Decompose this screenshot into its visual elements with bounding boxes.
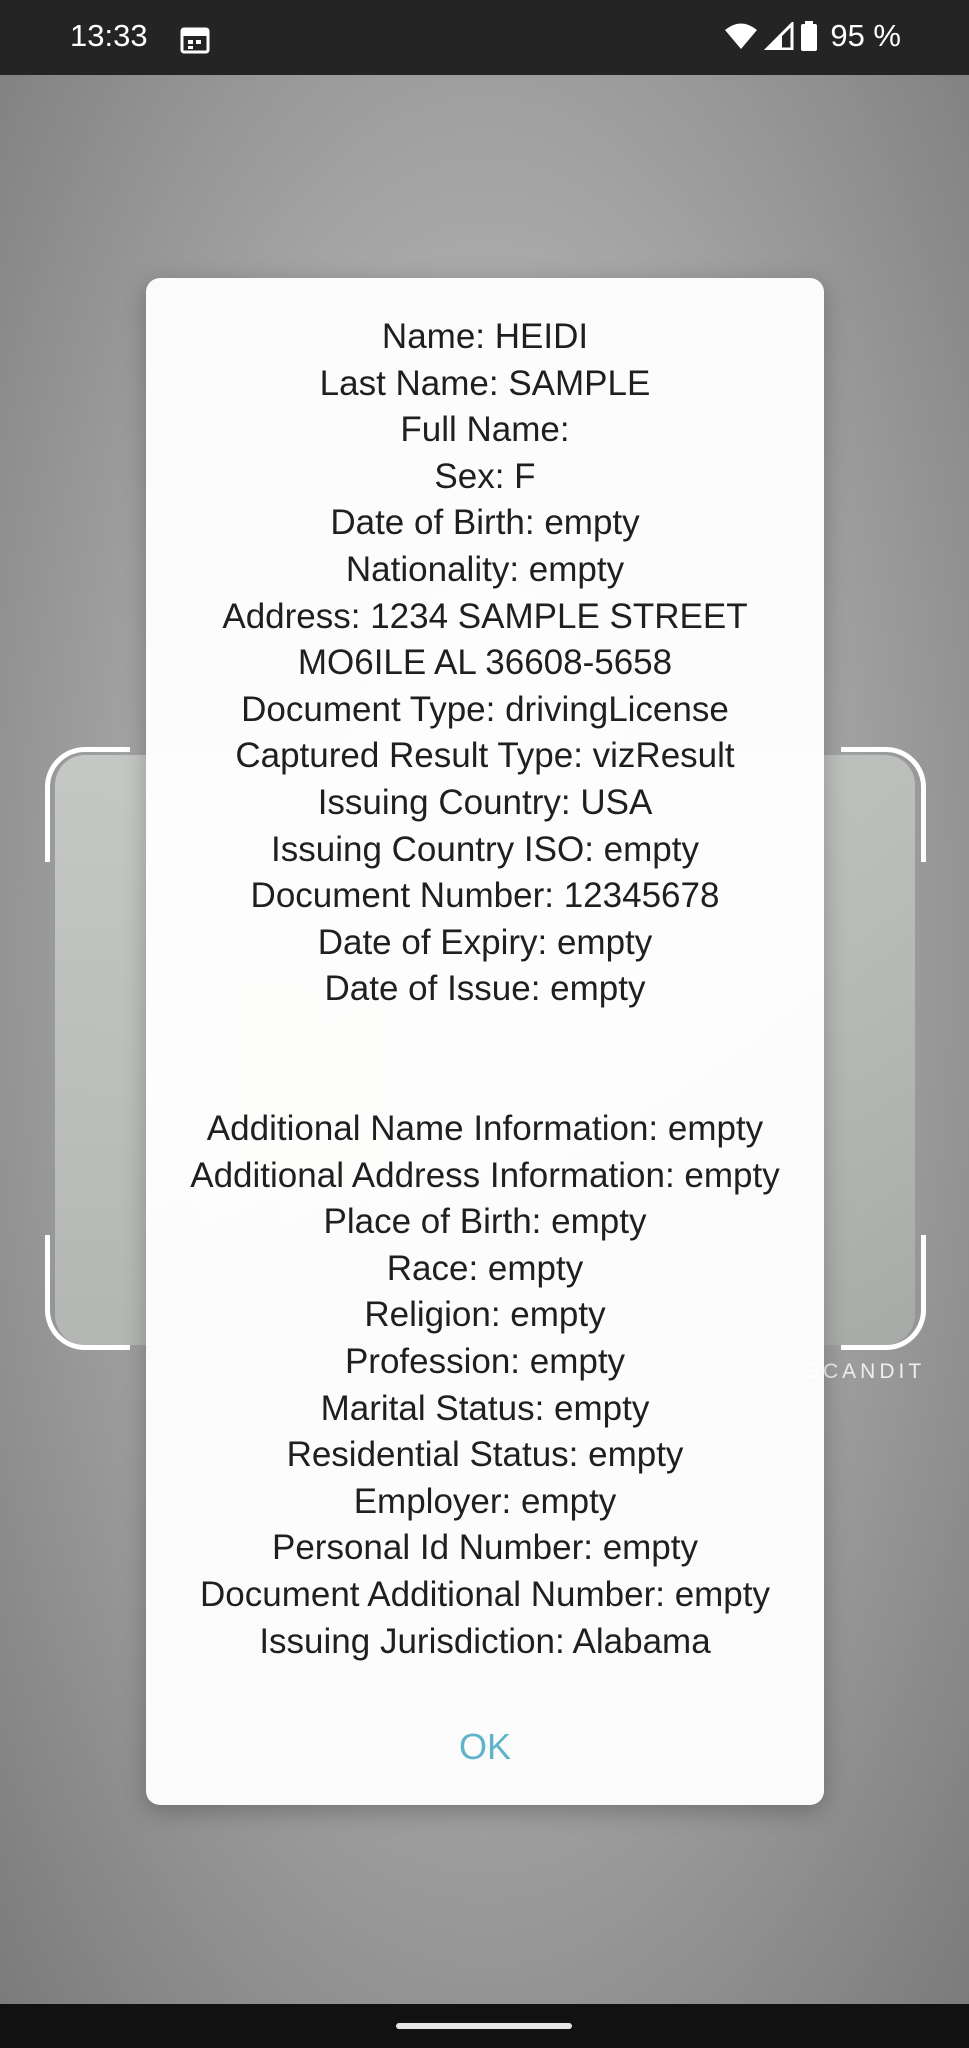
field-issuing-country-iso: Issuing Country ISO: empty	[271, 829, 699, 869]
field-document-number: Document Number: 12345678	[250, 876, 720, 916]
field-nationality: Nationality: empty	[345, 549, 625, 589]
field-full-name: Full Name:	[400, 410, 570, 450]
field-date-of-expiry: Date of Expiry: empty	[317, 922, 653, 962]
field-address-line-2: MO6ILE AL 36608-5658	[297, 643, 673, 683]
field-sex: Sex: F	[434, 456, 536, 496]
status-bar: 13:33 95 %	[0, 0, 969, 75]
field-additional-name-information: Additional Name Information: empty	[206, 1109, 764, 1149]
field-name: Name: HEIDI	[381, 317, 589, 356]
field-residential-status: Residential Status: empty	[286, 1435, 684, 1475]
field-profession: Profession: empty	[344, 1342, 626, 1382]
viewfinder-corner-bottom-left	[45, 1235, 130, 1350]
viewfinder-corner-top-left	[45, 747, 130, 862]
ok-button[interactable]: OK	[146, 1726, 824, 1768]
field-document-type: Document Type: drivingLicense	[241, 689, 729, 729]
wifi-icon	[724, 22, 758, 50]
field-last-name: Last Name: SAMPLE	[319, 363, 651, 403]
viewfinder-corner-bottom-right	[841, 1235, 926, 1350]
field-document-additional-number: Document Additional Number: empty	[200, 1575, 770, 1615]
calendar-icon	[180, 26, 210, 54]
field-date-of-issue: Date of Issue: empty	[324, 969, 646, 1009]
field-race: Race: empty	[386, 1248, 584, 1288]
field-address: Address: 1234 SAMPLE STREET	[222, 596, 748, 636]
field-additional-address-information: Additional Address Information: empty	[190, 1155, 780, 1195]
field-personal-id-number: Personal Id Number: empty	[271, 1528, 698, 1568]
field-issuing-country: Issuing Country: USA	[317, 782, 653, 822]
status-icons: 95 %	[724, 18, 901, 54]
field-issuing-jurisdiction: Issuing Jurisdiction: Alabama	[259, 1621, 711, 1661]
home-gesture-handle[interactable]	[396, 2023, 572, 2029]
scan-result-dialog: Name: HEIDI Last Name: SAMPLE Full Name:…	[146, 278, 824, 1805]
cellular-signal-icon	[764, 22, 794, 50]
field-employer: Employer: empty	[353, 1481, 617, 1521]
battery-icon	[800, 21, 818, 51]
navigation-bar	[0, 2004, 969, 2048]
viewfinder-corner-top-right	[841, 747, 926, 862]
battery-percent: 95 %	[830, 18, 901, 53]
field-religion: Religion: empty	[364, 1295, 606, 1335]
field-captured-result-type: Captured Result Type: vizResult	[235, 736, 735, 776]
result-fields: Name: HEIDI Last Name: SAMPLE Full Name:…	[146, 314, 824, 1665]
field-marital-status: Marital Status: empty	[320, 1388, 650, 1428]
field-date-of-birth: Date of Birth: empty	[330, 503, 640, 543]
status-time: 13:33	[70, 18, 148, 53]
field-place-of-birth: Place of Birth: empty	[323, 1202, 647, 1242]
